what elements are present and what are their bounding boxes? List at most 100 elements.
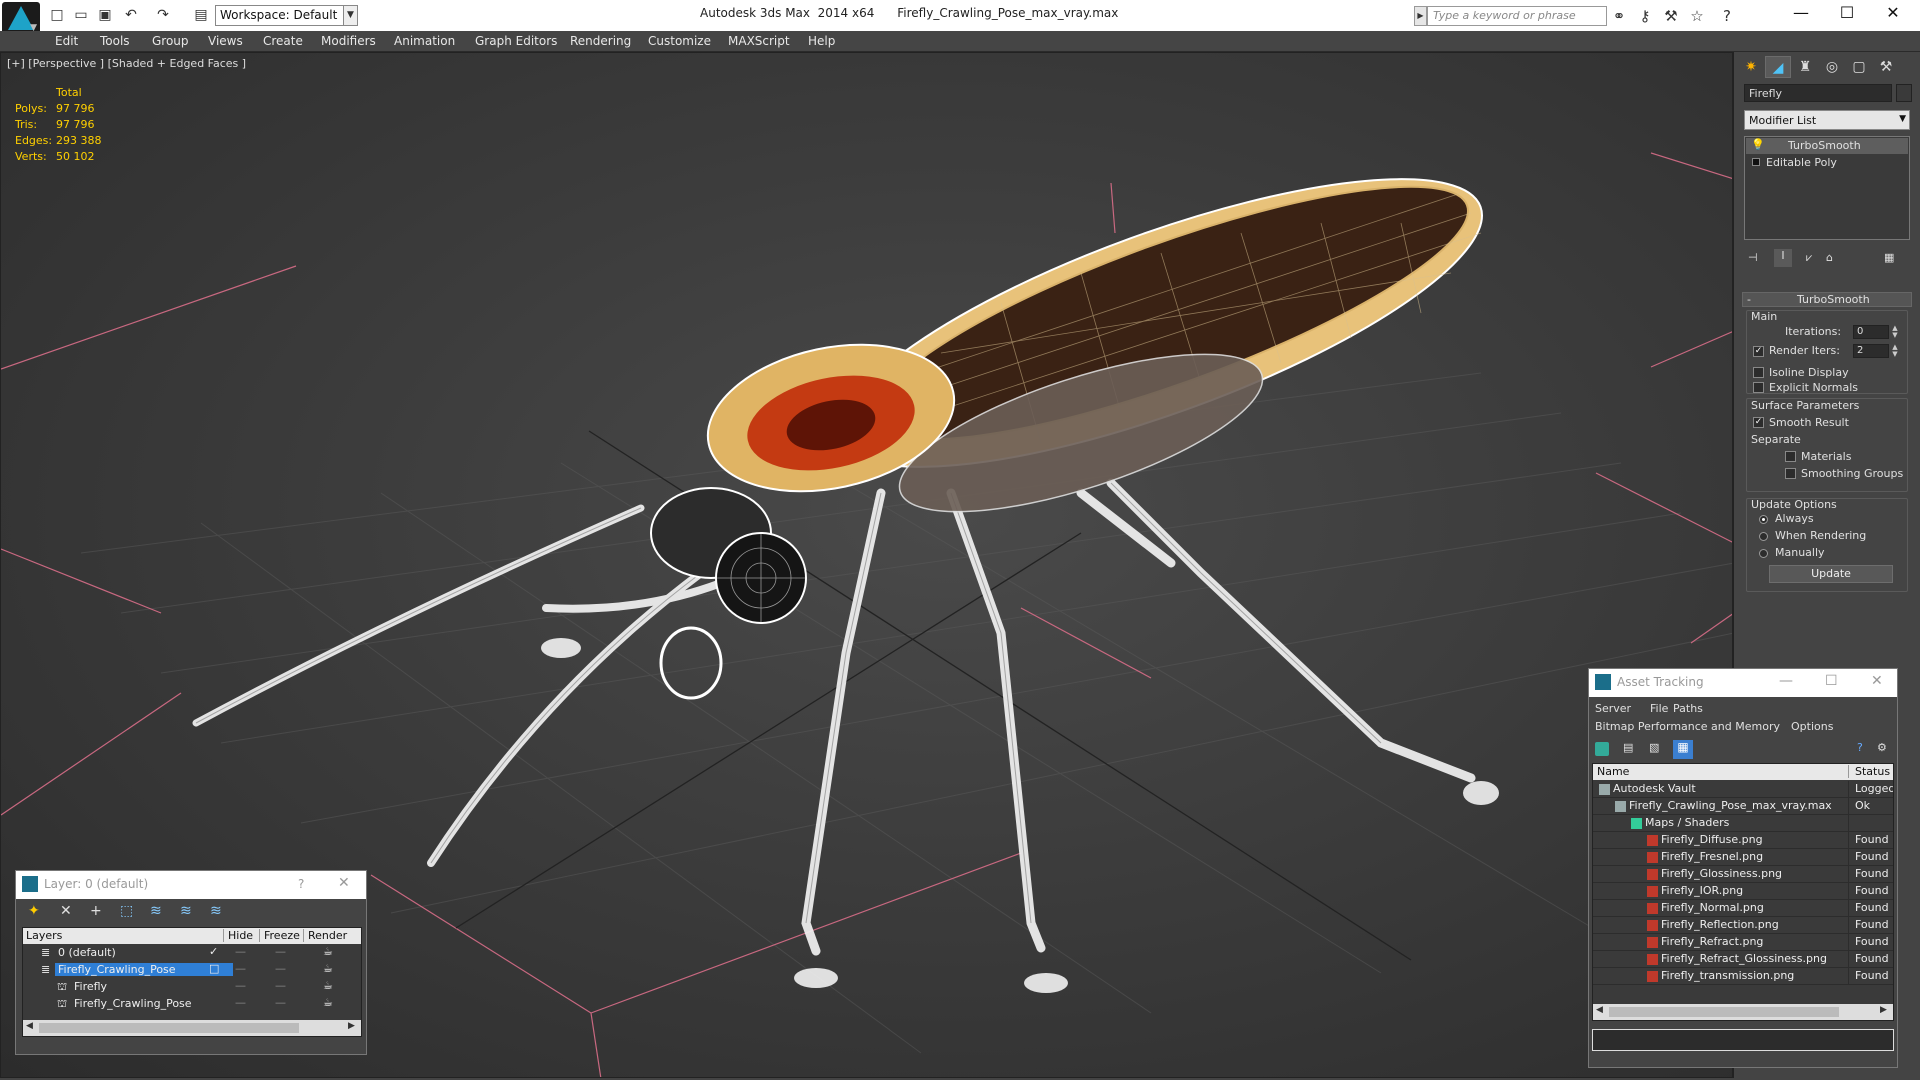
help-icon[interactable]: ? xyxy=(1716,6,1738,26)
freeze-toggle-icon[interactable]: — xyxy=(275,996,286,1009)
make-unique-icon[interactable]: ⩗ xyxy=(1806,251,1812,265)
object-color-swatch[interactable] xyxy=(1896,84,1912,102)
remove-modifier-icon[interactable]: ⌂ xyxy=(1826,251,1833,264)
redo-icon[interactable]: ↷ xyxy=(154,7,172,23)
menu-server[interactable]: Server xyxy=(1595,702,1631,715)
table-row[interactable]: Maps / Shaders xyxy=(1593,815,1893,832)
menu-help[interactable]: Help xyxy=(808,31,835,52)
column-layers[interactable]: Layers xyxy=(26,929,62,942)
binoculars-icon[interactable]: ⚭ xyxy=(1608,6,1630,26)
scroll-thumb[interactable] xyxy=(39,1023,299,1033)
column-status[interactable]: Status xyxy=(1848,765,1890,778)
menu-rendering[interactable]: Rendering xyxy=(570,31,631,52)
menu-create[interactable]: Create xyxy=(263,31,303,52)
utilities-icon[interactable]: ⚒ xyxy=(1873,56,1899,78)
lightbulb-icon[interactable]: 💡 xyxy=(1751,138,1765,151)
render-toggle-icon[interactable]: ☕ xyxy=(323,945,333,958)
table-row[interactable]: Firefly_transmission.png Found xyxy=(1593,968,1893,985)
star-icon[interactable]: ☆ xyxy=(1686,6,1708,26)
refresh-icon[interactable] xyxy=(1595,742,1609,756)
column-hide[interactable]: Hide xyxy=(223,929,253,942)
menu-views[interactable]: Views xyxy=(208,31,243,52)
close-button[interactable]: ✕ xyxy=(1871,673,1883,689)
new-file-icon[interactable]: □ xyxy=(48,7,66,23)
workspace-dropdown[interactable]: Workspace: Default xyxy=(215,5,358,26)
pin-stack-icon[interactable]: ⊣ xyxy=(1748,251,1758,264)
table-row[interactable]: Firefly_Refract.png Found xyxy=(1593,934,1893,951)
menu-modifiers[interactable]: Modifiers xyxy=(321,31,376,52)
project-folder-icon[interactable]: ▤ xyxy=(192,7,210,23)
menu-maxscript[interactable]: MAXScript xyxy=(728,31,790,52)
table-row[interactable]: Firefly_IOR.png Found xyxy=(1593,883,1893,900)
expand-icon[interactable] xyxy=(1752,158,1760,166)
hide-toggle-icon[interactable]: — xyxy=(235,945,246,958)
table-row[interactable]: Firefly_Crawling_Pose_max_vray.max Ok xyxy=(1593,798,1893,815)
minimize-button[interactable]: — xyxy=(1779,673,1793,689)
display-icon[interactable]: ▢ xyxy=(1846,56,1872,78)
table-row[interactable]: Firefly_Fresnel.png Found xyxy=(1593,849,1893,866)
scroll-thumb[interactable] xyxy=(1609,1007,1839,1017)
create-icon[interactable]: ✷ xyxy=(1738,56,1764,78)
freeze-toggle-icon[interactable]: — xyxy=(275,962,286,975)
search-expand-icon[interactable]: ▶ xyxy=(1414,6,1427,26)
layer-manager-titlebar[interactable]: Layer: 0 (default) ? ✕ xyxy=(16,871,366,899)
layer-row[interactable]: ⛫ Firefly — — ☕ xyxy=(23,979,361,996)
scroll-left-icon[interactable]: ◀ xyxy=(1596,1005,1603,1015)
hide-toggle-icon[interactable]: — xyxy=(235,962,246,975)
search-input[interactable]: Type a keyword or phrase xyxy=(1427,6,1607,26)
show-end-result-icon[interactable]: I xyxy=(1774,249,1792,267)
menu-graph-editors[interactable]: Graph Editors xyxy=(475,31,557,52)
layer-name[interactable]: Firefly_Crawling_Pose xyxy=(71,997,195,1010)
menu-edit[interactable]: Edit xyxy=(55,31,78,52)
table-row[interactable]: Firefly_Refract_Glossiness.png Found xyxy=(1593,951,1893,968)
horizontal-scrollbar[interactable]: ◀ ▶ xyxy=(23,1020,361,1036)
render-toggle-icon[interactable]: ☕ xyxy=(323,979,333,992)
table-row[interactable]: Firefly_Reflection.png Found xyxy=(1593,917,1893,934)
layer-row[interactable]: ⛫ Firefly_Crawling_Pose — — ☕ xyxy=(23,996,361,1013)
layer-name[interactable]: Firefly_Crawling_Pose xyxy=(55,963,233,976)
spinner-arrows-icon[interactable]: ▲ ▼ xyxy=(1890,344,1900,358)
help-button[interactable]: ? xyxy=(298,877,304,891)
when-rendering-radio[interactable] xyxy=(1759,532,1768,541)
key-icon[interactable]: ⚷ xyxy=(1634,6,1656,26)
hide-toggle-icon[interactable]: — xyxy=(235,996,246,1009)
asset-tracking-titlebar[interactable]: Asset Tracking — ☐ ✕ xyxy=(1589,669,1897,697)
stack-item-editable-poly[interactable]: Editable Poly xyxy=(1746,155,1908,170)
freeze-all-icon[interactable]: ≋ xyxy=(210,903,222,919)
column-name[interactable]: Name xyxy=(1597,765,1629,778)
thumbnail-view-icon[interactable]: ▧ xyxy=(1649,741,1659,754)
new-layer-icon[interactable]: ✦ xyxy=(28,903,40,919)
open-file-icon[interactable]: ▭ xyxy=(72,7,90,23)
smooth-result-checkbox[interactable]: ✓ xyxy=(1753,417,1764,428)
menu-options[interactable]: Options xyxy=(1791,720,1833,733)
hierarchy-icon[interactable]: ♜ xyxy=(1792,56,1818,78)
table-view-icon[interactable]: ▦ xyxy=(1673,740,1693,759)
scroll-left-icon[interactable]: ◀ xyxy=(26,1021,33,1031)
menu-file[interactable]: File xyxy=(1650,702,1668,715)
rollout-header-turbosmooth[interactable]: - TurboSmooth xyxy=(1742,292,1912,307)
column-render[interactable]: Render xyxy=(303,929,347,942)
chevron-down-icon[interactable]: ▼ xyxy=(343,5,358,26)
help-icon[interactable]: ? xyxy=(1857,741,1863,754)
make-current-icon[interactable]: □ xyxy=(209,962,219,975)
maximize-button[interactable]: ☐ xyxy=(1825,673,1838,689)
table-row[interactable]: Firefly_Normal.png Found xyxy=(1593,900,1893,917)
select-in-layer-icon[interactable]: ⬚ xyxy=(120,903,133,919)
menu-paths[interactable]: Paths xyxy=(1673,702,1703,715)
stack-item-turbosmooth[interactable]: 💡 TurboSmooth xyxy=(1746,138,1908,154)
modify-icon[interactable]: ◢ xyxy=(1765,56,1791,78)
current-layer-check-icon[interactable]: ✓ xyxy=(209,945,218,958)
configure-sets-icon[interactable]: ▦ xyxy=(1884,251,1894,264)
render-iters-checkbox[interactable]: ✓ xyxy=(1753,346,1764,357)
add-to-layer-icon[interactable]: + xyxy=(90,903,102,919)
isoline-display-checkbox[interactable] xyxy=(1753,367,1764,378)
column-freeze[interactable]: Freeze xyxy=(259,929,300,942)
table-row[interactable]: Autodesk Vault Logged O xyxy=(1593,781,1893,798)
list-view-icon[interactable]: ▤ xyxy=(1623,741,1633,754)
menu-bitmap-performance[interactable]: Bitmap Performance and Memory xyxy=(1595,720,1780,733)
close-button[interactable]: ✕ xyxy=(338,875,350,891)
asset-path-field[interactable] xyxy=(1592,1029,1894,1051)
menu-group[interactable]: Group xyxy=(152,31,189,52)
menu-animation[interactable]: Animation xyxy=(394,31,455,52)
table-row[interactable]: Firefly_Glossiness.png Found xyxy=(1593,866,1893,883)
